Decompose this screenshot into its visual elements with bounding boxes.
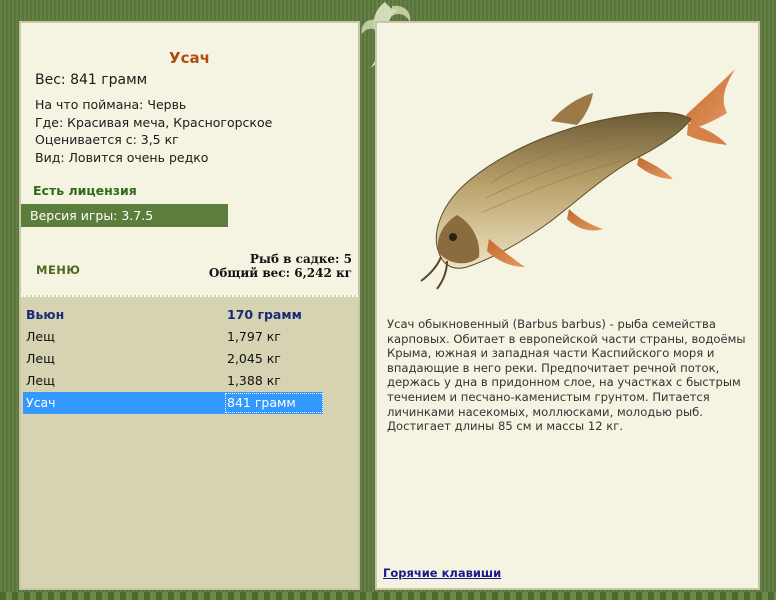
catch-fish-weight: 1,797 кг [227,329,281,344]
rarity-text: Вид: Ловится очень редко [35,149,209,165]
caught-on-text: На что поймана: Червь [35,97,187,112]
dotted-divider [21,295,358,297]
catch-fish-name: Лещ [26,351,55,366]
cage-total-weight: Общий вес: 6,242 кг [208,266,352,280]
license-status: Есть лицензия [33,183,137,198]
menu-button[interactable]: МЕНЮ [36,263,80,277]
catch-list: Вьюн 170 грамм Лещ 1,797 кг Лещ 2,045 кг… [23,304,323,414]
cage-summary: Рыб в садке: 5 Общий вес: 6,242 кг [209,252,352,280]
catch-fish-weight: 170 грамм [227,307,302,322]
catch-list-item[interactable]: Лещ 2,045 кг [23,348,323,370]
fish-description-panel: Усач обыкновенный (Barbus barbus) - рыба… [375,21,760,590]
catch-fish-name: Вьюн [26,307,65,322]
catch-fish-name: Лещ [26,329,55,344]
catch-list-item[interactable]: Лещ 1,797 кг [23,326,323,348]
barbel-fish-image [420,69,735,290]
fish-details-area: Усач Вес: 841 грамм На что поймана: Черв… [21,23,358,295]
catch-list-item[interactable]: Лещ 1,388 кг [23,370,323,392]
fish-details-list: На что поймана: Червь Где: Красивая меча… [35,96,272,166]
catch-fish-weight: 2,045 кг [227,351,281,366]
cage-count: Рыб в садке: 5 [249,252,352,266]
fish-info-panel: Усач Вес: 841 грамм На что поймана: Черв… [19,21,360,590]
catch-list-item-selected[interactable]: Усач 841 грамм [23,392,323,414]
location-text: Где: Красивая меча, Красногорское [35,114,273,130]
hotkeys-link[interactable]: Горячие клавиши [383,566,501,580]
catch-list-item[interactable]: Вьюн 170 грамм [23,304,323,326]
fish-weight: Вес: 841 грамм [35,72,148,88]
game-version-bar: Версия игры: 3.7.5 [21,204,228,227]
catch-fish-weight: 1,388 кг [227,373,281,388]
catch-fish-name: Лещ [26,373,55,388]
frame-bottom-border [0,592,776,600]
valued-from-text: Оценивается с: 3,5 кг [35,132,179,147]
fish-description: Усач обыкновенный (Barbus barbus) - рыба… [387,317,746,434]
catch-fish-name: Усач [26,395,56,410]
fish-name-title: Усач [169,49,210,67]
catch-fish-weight: 841 грамм [225,393,323,413]
